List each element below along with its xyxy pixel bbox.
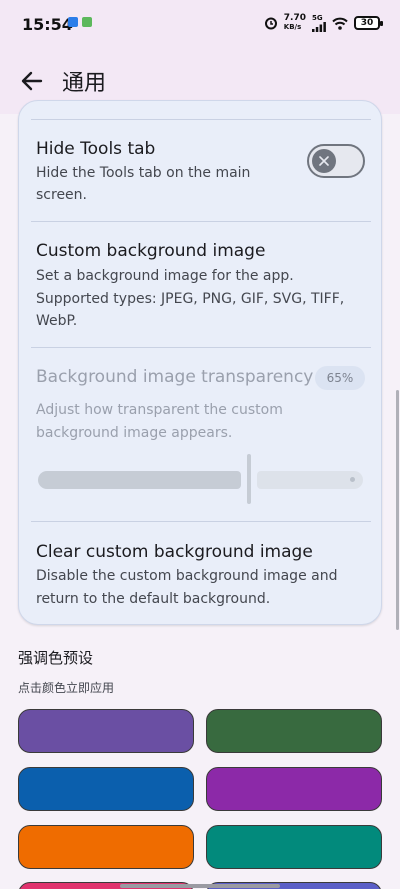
divider	[31, 221, 371, 222]
setting-description: Hide the Tools tab on the main	[36, 165, 251, 181]
net-speed-value: 7.70	[283, 13, 306, 23]
network-type: 5G	[312, 14, 323, 22]
divider	[31, 347, 371, 348]
accent-swatch[interactable]	[206, 767, 382, 811]
accent-swatch[interactable]	[206, 709, 382, 753]
transparency-value-badge: 65%	[315, 366, 365, 390]
slider-end-dot	[350, 477, 355, 482]
divider	[31, 521, 371, 522]
notification-icons	[68, 17, 92, 27]
toggle-knob	[312, 149, 336, 173]
hide-tools-toggle[interactable]	[307, 144, 365, 178]
setting-description: background image appears.	[36, 425, 233, 441]
cellular: 5G	[312, 14, 326, 32]
status-time: 15:54	[22, 15, 73, 34]
accent-presets-title: 强调色预设	[18, 649, 94, 667]
setting-description: WebP.	[36, 313, 78, 329]
message-notification-icon	[68, 17, 78, 27]
settings-card: Hide Tools tab Hide the Tools tab on the…	[18, 100, 382, 625]
accent-presets-subtitle: 点击颜色立即应用	[18, 681, 115, 695]
net-speed: 7.70 KB/s	[284, 14, 306, 32]
setting-description: return to the default background.	[36, 591, 271, 607]
page-title: 通用	[62, 71, 107, 96]
setting-title: Custom background image	[36, 241, 266, 261]
signal-icon	[312, 22, 326, 32]
status-right-icons: 7.70 KB/s 5G 30	[264, 14, 383, 32]
setting-description: Set a background image for the app.	[36, 268, 294, 284]
app-notification-icon	[82, 17, 92, 27]
scrollbar[interactable]	[396, 390, 399, 630]
slider-inactive-track	[257, 471, 363, 489]
slider-thumb[interactable]	[247, 454, 252, 504]
alarm-icon	[264, 17, 277, 30]
wifi-icon	[332, 17, 348, 30]
accent-swatch[interactable]	[206, 825, 382, 869]
gesture-nav-bar[interactable]	[120, 884, 280, 888]
setting-description: Adjust how transparent the custom	[36, 402, 283, 418]
battery-icon: 30	[354, 16, 383, 30]
arrow-left-icon	[21, 71, 43, 91]
setting-description: Supported types: JPEG, PNG, GIF, SVG, TI…	[36, 291, 345, 307]
setting-description: Disable the custom background image and	[36, 568, 338, 584]
accent-swatch[interactable]	[18, 767, 194, 811]
setting-title: Background image transparency	[36, 367, 314, 387]
setting-title: Clear custom background image	[36, 542, 313, 562]
slider-active-track	[38, 471, 242, 489]
setting-description: screen.	[36, 187, 87, 203]
setting-title: Hide Tools tab	[36, 139, 156, 159]
back-button[interactable]	[18, 67, 46, 95]
close-icon	[319, 156, 329, 166]
net-speed-unit: KB/s	[283, 23, 302, 31]
accent-swatch[interactable]	[18, 709, 194, 753]
accent-swatch[interactable]	[18, 825, 194, 869]
divider	[31, 119, 371, 120]
status-bar: 15:54 7.70 KB/s 5G 30	[0, 0, 400, 50]
